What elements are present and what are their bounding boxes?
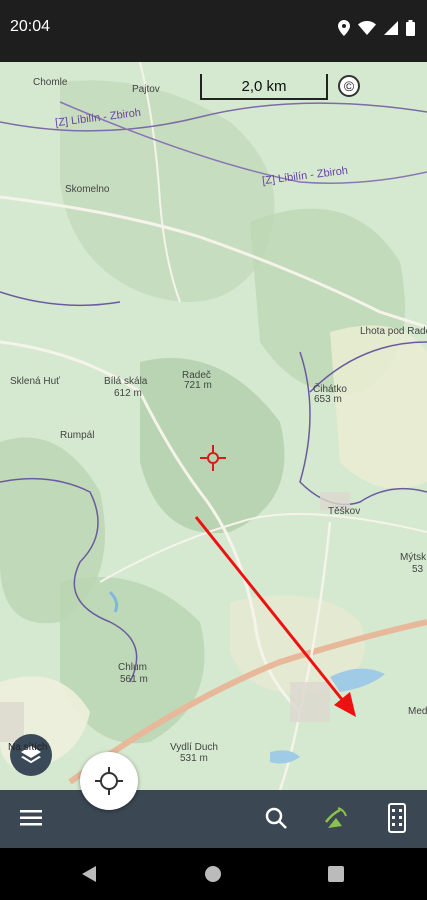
crosshair-icon	[95, 767, 123, 795]
place-label: Mýtsk	[400, 552, 427, 563]
home-icon[interactable]	[205, 866, 221, 882]
recents-icon[interactable]	[328, 866, 344, 882]
place-label: 53	[412, 564, 424, 575]
place-label: 721 m	[184, 380, 212, 391]
place-label: Skomelno	[65, 184, 110, 195]
map-view[interactable]: 2,0 km © [Z] Líbilín - Zbiroh [Z] Líbilí…	[0, 62, 427, 790]
search-icon[interactable]	[264, 806, 288, 830]
place-label: Lhota pod Rade	[360, 326, 427, 337]
place-label: Rumpál	[60, 430, 95, 441]
place-label: Chomle	[33, 77, 68, 88]
status-time: 20:04	[10, 18, 51, 35]
place-label: Chlum	[118, 662, 147, 673]
place-label: Sklená Huť	[10, 376, 60, 387]
gps-signal-icon[interactable]	[322, 804, 350, 832]
system-nav-bar	[0, 848, 427, 900]
map-terrain	[0, 62, 427, 790]
bottom-toolbar	[0, 790, 427, 848]
menu-icon[interactable]	[20, 809, 42, 827]
status-icons	[338, 20, 415, 36]
place-label: Těškov	[328, 506, 361, 517]
place-label: 653 m	[314, 394, 342, 405]
battery-icon	[406, 20, 415, 36]
place-label: Med	[408, 706, 427, 717]
status-bar: 20:04	[0, 0, 427, 62]
place-label: Bílá skála	[104, 376, 148, 387]
place-label: 531 m	[180, 753, 208, 764]
layers-label: Na sítích	[8, 742, 48, 753]
wifi-icon	[358, 21, 376, 35]
place-label: Vydlí Duch	[170, 742, 218, 753]
place-label: 612 m	[114, 388, 142, 399]
scale-label: 2,0 km	[241, 78, 287, 95]
scale-bar: 2,0 km	[200, 74, 328, 100]
dashboard-icon[interactable]	[388, 803, 406, 833]
place-label: 561 m	[120, 674, 148, 685]
copyright-icon[interactable]: ©	[338, 75, 360, 97]
layers-button[interactable]	[10, 734, 52, 776]
location-icon	[338, 20, 350, 36]
my-location-button[interactable]	[80, 752, 138, 810]
place-label: Pajtov	[132, 84, 160, 95]
back-icon[interactable]	[82, 866, 96, 882]
signal-icon	[384, 21, 398, 35]
